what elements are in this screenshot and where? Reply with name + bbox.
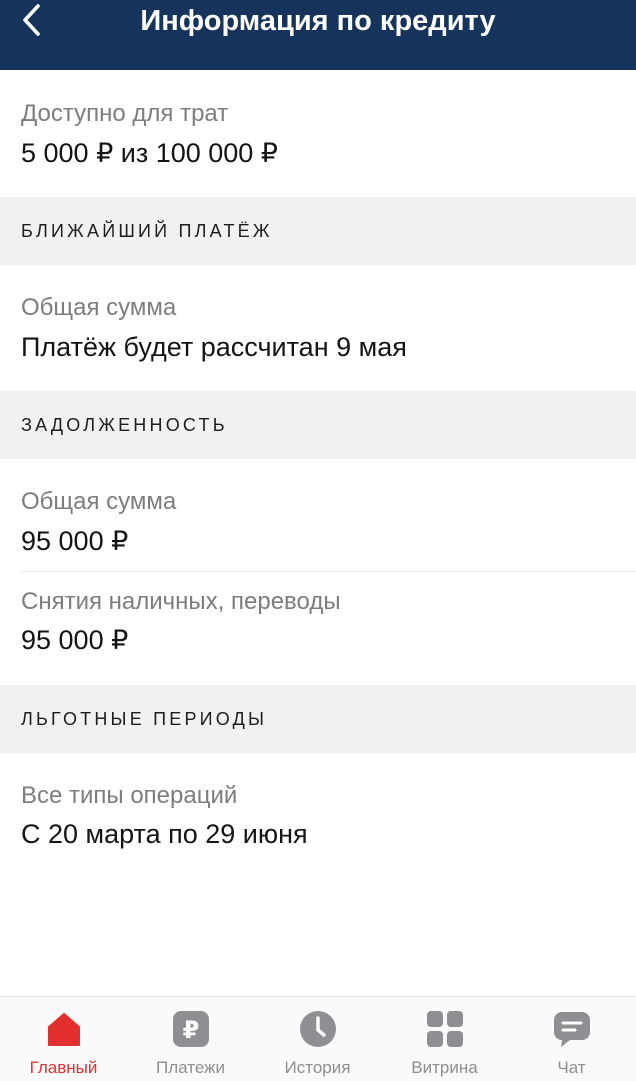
grace-label: Все типы операций [21,782,238,809]
grace-value: С 20 марта по 29 июня [21,819,308,849]
navigation-bar: Информация по кредиту [0,0,636,70]
ruble-icon: ₽ [172,1011,209,1047]
tab-label: История [284,1058,351,1077]
tab-bar: Главный ₽ Платежи История Витрина Чат [0,996,636,1081]
debt-total-value: 95 000 ₽ [21,526,129,556]
available-block: Доступно для трат 5 000 ₽ из 100 000 ₽ [0,70,636,197]
next-payment-value: Платёж будет рассчитан 9 мая [21,332,407,362]
next-payment-label: Общая сумма [21,294,177,321]
chat-icon [553,1012,590,1047]
available-value: 5 000 ₽ из 100 000 ₽ [21,138,278,168]
tab-showcase[interactable]: Витрина [381,997,508,1081]
tab-home[interactable]: Главный [0,997,127,1081]
section-header-debt: ЗАДОЛЖЕННОСТЬ [0,391,636,459]
tab-label: Чат [557,1058,586,1077]
page-title: Информация по кредиту [140,5,496,37]
debt-cash-value: 95 000 ₽ [21,625,129,655]
grace-block: Все типы операций С 20 марта по 29 июня [0,753,636,996]
tab-history[interactable]: История [254,997,381,1081]
divider [21,571,636,572]
svg-text:₽: ₽ [182,1016,199,1044]
debt-cash-label: Снятия наличных, переводы [21,588,341,615]
section-title: БЛИЖАЙШИЙ ПЛАТЁЖ [21,221,273,241]
tab-label: Главный [29,1058,98,1077]
tab-chat[interactable]: Чат [508,997,635,1081]
available-label: Доступно для трат [21,100,229,127]
debt-block: Общая сумма 95 000 ₽ Снятия наличных, пе… [0,459,636,685]
home-icon [47,1013,80,1046]
grid-icon [426,1011,463,1047]
section-title: ЗАДОЛЖЕННОСТЬ [21,415,228,435]
next-payment-block: Общая сумма Платёж будет рассчитан 9 мая [0,265,636,391]
tab-label: Платежи [156,1058,225,1077]
clock-icon [299,1011,336,1047]
tab-label: Витрина [411,1058,478,1077]
section-header-next-payment: БЛИЖАЙШИЙ ПЛАТЁЖ [0,197,636,265]
section-title: ЛЬГОТНЫЕ ПЕРИОДЫ [21,709,268,729]
tab-payments[interactable]: ₽ Платежи [127,997,254,1081]
debt-total-label: Общая сумма [21,488,177,515]
section-header-grace: ЛЬГОТНЫЕ ПЕРИОДЫ [0,685,636,753]
